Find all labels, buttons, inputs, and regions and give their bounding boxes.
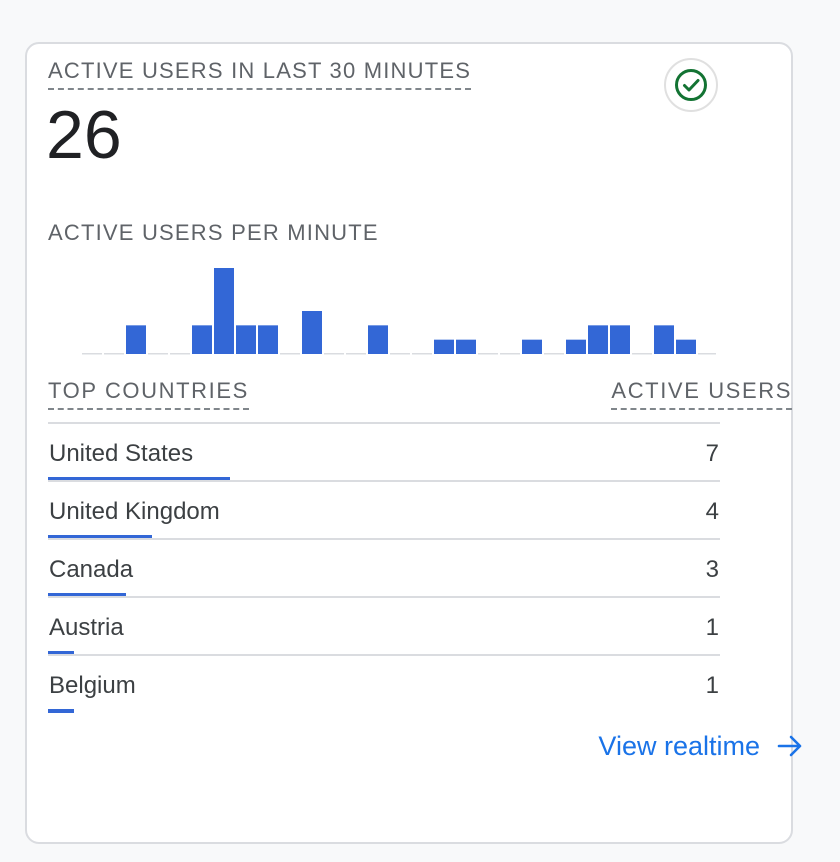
chart-bar-empty xyxy=(148,353,168,355)
chart-bar[interactable] xyxy=(456,339,476,354)
chart-bar-empty xyxy=(280,353,300,355)
chart-bar-empty xyxy=(82,353,102,355)
chart-bar[interactable] xyxy=(654,325,674,354)
chart-bar[interactable] xyxy=(302,311,322,354)
country-name: United Kingdom xyxy=(49,498,220,525)
per-minute-title: ACTIVE USERS PER MINUTE xyxy=(48,220,379,245)
country-active-users: 7 xyxy=(705,440,719,467)
chart-bar[interactable] xyxy=(258,325,278,354)
chart-bar[interactable] xyxy=(434,339,454,354)
chart-bar-empty xyxy=(104,353,124,355)
table-row[interactable]: Belgium 1 xyxy=(48,654,720,713)
chart-bar[interactable] xyxy=(126,325,146,354)
table-row[interactable]: United Kingdom 4 xyxy=(48,480,720,539)
chart-bar[interactable] xyxy=(522,339,542,354)
country-active-users: 4 xyxy=(705,498,719,525)
country-active-users: 1 xyxy=(705,672,719,699)
table-row[interactable]: Austria 1 xyxy=(48,596,720,655)
country-name: United States xyxy=(49,440,194,467)
chart-bar[interactable] xyxy=(588,325,608,354)
chart-bar-empty xyxy=(324,353,344,355)
chart-bar[interactable] xyxy=(214,268,234,354)
card-title[interactable]: ACTIVE USERS IN LAST 30 MINUTES xyxy=(48,58,472,90)
chart-bar-empty xyxy=(346,353,366,355)
country-active-users: 1 xyxy=(705,614,719,641)
chart-bar[interactable] xyxy=(676,339,696,354)
per-minute-bar-chart xyxy=(82,268,716,355)
chart-bar-empty xyxy=(698,353,716,355)
view-realtime-link[interactable]: View realtime xyxy=(598,730,804,762)
chart-bar-empty xyxy=(170,353,190,355)
chart-bar[interactable] xyxy=(236,325,256,354)
country-name: Austria xyxy=(49,614,124,641)
chart-bar[interactable] xyxy=(610,325,630,354)
table-row[interactable]: United States 7 xyxy=(48,422,720,481)
country-share-bar xyxy=(48,709,74,713)
view-realtime-label: View realtime xyxy=(598,731,760,761)
table-row[interactable]: Canada 3 xyxy=(48,538,720,597)
top-countries-header[interactable]: TOP COUNTRIES xyxy=(48,378,249,410)
arrow-right-icon xyxy=(777,735,802,757)
active-users-header[interactable]: ACTIVE USERS xyxy=(611,378,792,410)
chart-bar-empty xyxy=(478,353,498,355)
chart-bar[interactable] xyxy=(566,339,586,354)
chart-bar-empty xyxy=(500,353,520,355)
country-name: Belgium xyxy=(49,672,136,699)
status-check-button[interactable] xyxy=(664,58,718,112)
countries-table: United States 7 United Kingdom 4 Canada 3 Aust… xyxy=(48,422,720,713)
country-name: Canada xyxy=(49,556,134,583)
chart-bar[interactable] xyxy=(192,325,212,354)
chart-bar-empty xyxy=(390,353,410,355)
chart-bar-empty xyxy=(412,353,432,355)
chart-bar-empty xyxy=(544,353,564,355)
chart-bar[interactable] xyxy=(368,325,388,354)
active-users-count: 26 xyxy=(46,97,122,173)
country-active-users: 3 xyxy=(705,556,719,583)
chart-bar-empty xyxy=(632,353,652,355)
check-circle-icon xyxy=(675,69,707,101)
